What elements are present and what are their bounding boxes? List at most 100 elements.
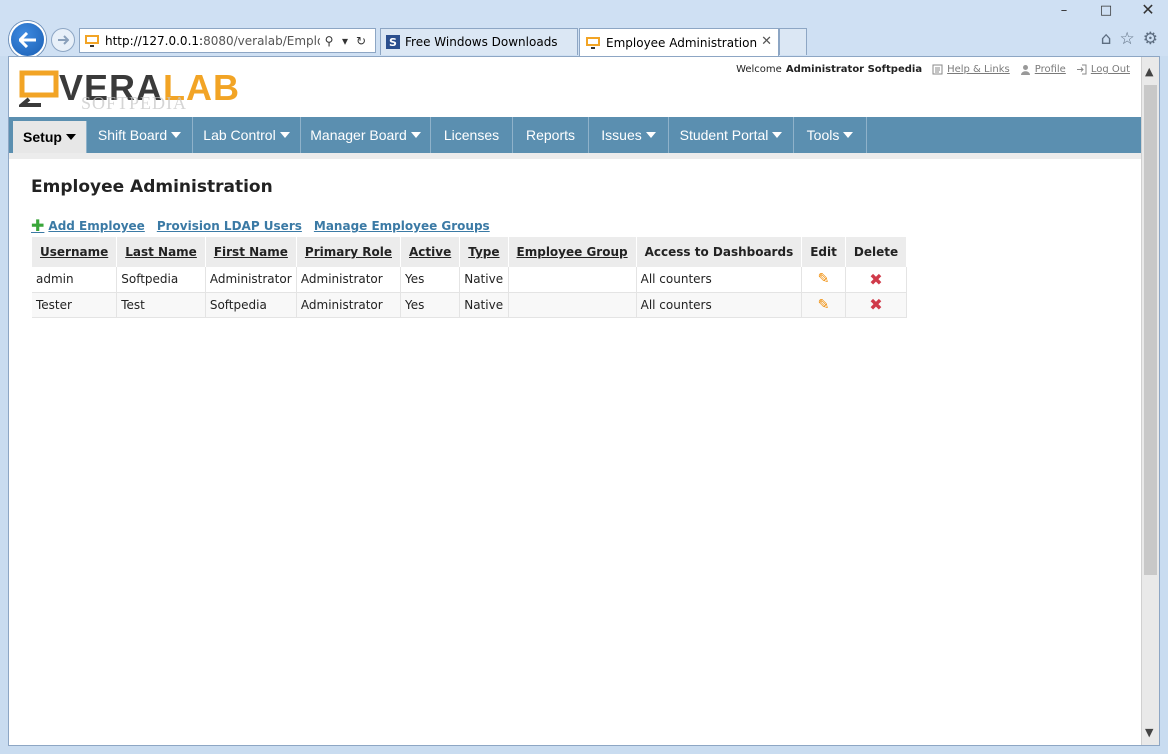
cell-access-to-dashboards: All counters [636, 292, 803, 318]
chevron-down-icon[interactable]: ▾ [338, 34, 352, 48]
pencil-icon[interactable]: ✎ [818, 271, 830, 287]
menu-setup[interactable]: Setup [13, 121, 87, 153]
menu-tools[interactable]: Tools [794, 117, 867, 153]
caret-down-icon [171, 132, 182, 138]
column-header-employee-group[interactable]: Employee Group [508, 237, 637, 267]
menu-lab-control[interactable]: Lab Control [193, 117, 301, 153]
tab-free-windows-downloads[interactable]: S Free Windows Downloads [380, 28, 578, 55]
menu-label: Lab Control [203, 127, 276, 143]
profile-label: Profile [1034, 64, 1066, 75]
minimize-icon[interactable]: – [1054, 3, 1074, 18]
column-header-active[interactable]: Active [400, 237, 461, 267]
tab-label: Employee Administration [606, 35, 758, 50]
cell-first-name: Administrator [205, 267, 297, 293]
window-controls: – □ ✕ [1054, 2, 1158, 19]
cell-username: admin [32, 267, 118, 293]
logout-icon [1076, 64, 1087, 75]
cell-last-name: Test [116, 292, 206, 318]
delete-icon[interactable]: ✖ [869, 270, 882, 289]
vertical-scrollbar[interactable]: ▲ ▼ [1141, 57, 1159, 745]
column-header-edit: Edit [801, 237, 846, 267]
close-tab-icon[interactable]: ✕ [761, 34, 772, 49]
profile-link[interactable]: Profile [1020, 64, 1066, 75]
cell-username: Tester [32, 292, 118, 318]
gear-icon[interactable]: ⚙ [1143, 29, 1158, 49]
column-header-username[interactable]: Username [32, 237, 118, 267]
cell-primary-role: Administrator [296, 267, 402, 293]
search-icon[interactable]: ⚲ [322, 34, 336, 48]
address-bar[interactable]: http://127.0.0.1:8080/veralab/EmployeeA … [79, 28, 376, 53]
provision-ldap-users-link[interactable]: Provision LDAP Users [157, 219, 302, 233]
tab-label: Free Windows Downloads [405, 35, 558, 49]
add-employee-link[interactable]: ✚ Add Employee [31, 218, 145, 234]
menu-manager-board[interactable]: Manager Board [301, 117, 431, 153]
help-links-link[interactable]: Help & Links [932, 64, 1010, 75]
close-window-icon[interactable]: ✕ [1138, 2, 1158, 18]
url-host: http://127.0.0.1: [105, 33, 204, 48]
menu-reports[interactable]: Reports [513, 117, 589, 153]
cell-active: Yes [400, 292, 461, 318]
forward-arrow-icon [58, 35, 69, 45]
menu-student-portal[interactable]: Student Portal [669, 117, 794, 153]
monitor-logo-icon [19, 70, 59, 107]
softpedia-watermark: SOFTPEDIA [81, 93, 188, 113]
column-header-primary-role[interactable]: Primary Role [296, 237, 402, 267]
column-header-first-name[interactable]: First Name [205, 237, 297, 267]
softpedia-favicon-icon: S [386, 35, 400, 49]
scroll-down-icon[interactable]: ▼ [1145, 726, 1153, 739]
url-path: 8080/veralab/EmployeeA [203, 33, 320, 48]
column-header-type[interactable]: Type [459, 237, 509, 267]
caret-down-icon [645, 132, 656, 138]
page-viewport: VERA LAB SOFTPEDIA Welcome Administrator… [8, 56, 1160, 746]
back-arrow-icon [18, 31, 36, 48]
scroll-up-icon[interactable]: ▲ [1145, 65, 1153, 78]
column-header-last-name[interactable]: Last Name [116, 237, 206, 267]
caret-down-icon [843, 132, 854, 138]
cell-delete: ✖ [845, 292, 908, 318]
menu-issues[interactable]: Issues [589, 117, 669, 153]
scrollbar-thumb[interactable] [1144, 85, 1157, 575]
refresh-icon[interactable]: ↻ [354, 34, 368, 48]
main-content: Employee Administration ✚ Add Employee P… [31, 177, 908, 318]
site-header: VERA LAB SOFTPEDIA Welcome Administrator… [9, 57, 1142, 117]
logout-link[interactable]: Log Out [1076, 64, 1130, 75]
menu-divider [9, 153, 1142, 159]
cell-edit: ✎ [801, 292, 846, 318]
browser-chrome: – □ ✕ http://127.0.0.1:8080/veralab/Empl… [0, 0, 1168, 58]
caret-down-icon [772, 132, 783, 138]
cell-edit: ✎ [801, 267, 846, 293]
pencil-icon[interactable]: ✎ [818, 297, 830, 313]
table-row: Tester Test Softpedia Administrator Yes … [32, 292, 908, 318]
new-tab-button[interactable] [779, 28, 807, 55]
menu-label: Manager Board [310, 127, 407, 143]
delete-icon[interactable]: ✖ [869, 295, 882, 314]
caret-down-icon [410, 132, 421, 138]
menu-label: Reports [525, 127, 576, 143]
manage-employee-groups-link[interactable]: Manage Employee Groups [314, 219, 490, 233]
tab-employee-administration[interactable]: Employee Administration ✕ [579, 28, 779, 56]
back-button[interactable] [9, 21, 46, 58]
menu-label: Tools [806, 127, 840, 143]
home-icon[interactable]: ⌂ [1101, 29, 1112, 49]
menu-label: Issues [601, 127, 642, 143]
help-links-label: Help & Links [947, 64, 1010, 75]
cell-type: Native [459, 267, 509, 293]
cell-delete: ✖ [845, 267, 908, 293]
welcome-text: Welcome [736, 64, 782, 75]
add-employee-label: Add Employee [48, 219, 145, 233]
action-links: ✚ Add Employee Provision LDAP Users Mana… [31, 218, 490, 234]
cell-primary-role: Administrator [296, 292, 402, 318]
url-text[interactable]: http://127.0.0.1:8080/veralab/EmployeeA [105, 34, 320, 48]
document-icon [932, 64, 943, 75]
menu-shift-board[interactable]: Shift Board [87, 117, 193, 153]
forward-button[interactable] [51, 28, 75, 52]
maximize-icon[interactable]: □ [1096, 3, 1116, 18]
main-menu: Setup Shift Board Lab Control Manager Bo… [9, 117, 1142, 153]
browser-toolbar-icons: ⌂ ☆ ⚙ [1101, 29, 1158, 49]
menu-licenses[interactable]: Licenses [431, 117, 513, 153]
site-favicon-icon [85, 34, 99, 47]
star-icon[interactable]: ☆ [1120, 29, 1135, 49]
cell-employee-group [508, 292, 637, 318]
menu-label: Licenses [443, 127, 500, 143]
site-favicon-icon [586, 36, 600, 49]
